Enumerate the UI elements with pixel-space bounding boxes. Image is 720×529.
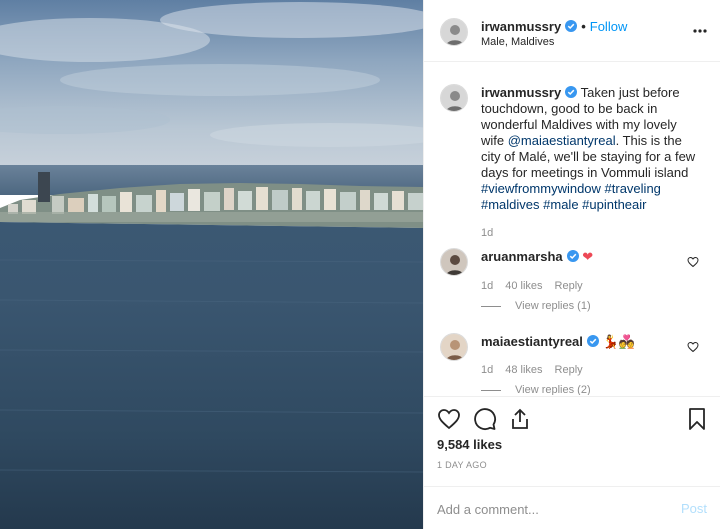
comment-username[interactable]: maiaestiantyreal [481,334,583,349]
author-username[interactable]: irwanmussry [481,19,561,34]
view-replies[interactable]: View replies (2) [481,384,591,395]
instagram-post: irwanmussry • Follow Male, Maldives irwanm… [0,0,720,529]
comments-list[interactable]: irwanmussry Taken just before touchdown,… [424,63,720,395]
comment-meta: 1d 48 likes Reply [481,364,595,376]
caption-meta: 1d [481,227,505,239]
header-user-line: irwanmussry • Follow [481,19,627,34]
comment-likes[interactable]: 40 likes [505,280,542,292]
post-header: irwanmussry • Follow Male, Maldives [424,0,720,62]
comment-time[interactable]: 1d [481,364,493,376]
comment-meta: 1d 40 likes Reply [481,280,595,292]
verified-badge-icon [586,335,599,347]
heart-icon[interactable] [687,341,699,353]
caption-time[interactable]: 1d [481,227,493,239]
follow-button[interactable]: Follow [590,19,628,34]
verified-badge-icon [565,20,578,32]
comment-avatar[interactable] [440,333,468,361]
comment-text: maiaestiantyreal 💃💑 [481,334,701,350]
comment-input[interactable] [437,499,657,519]
caption-text: irwanmussry Taken just before touchdown,… [481,85,701,213]
comment-emoji: 💃💑 [602,334,635,349]
view-replies[interactable]: View replies (1) [481,300,591,312]
replies-line [481,389,501,391]
caption-username[interactable]: irwanmussry [481,85,561,100]
post-photo[interactable] [0,0,423,529]
like-count[interactable]: 9,584 likes [437,437,502,452]
more-options-icon[interactable] [693,29,707,33]
caption-mention[interactable]: @maiaestiantyreal [508,133,616,148]
share-icon[interactable] [508,407,532,431]
author-avatar[interactable] [440,18,468,46]
post-timestamp[interactable]: 1 DAY AGO [437,460,487,470]
replies-line [481,305,501,307]
comment-text: aruanmarsha ❤ [481,249,701,265]
verified-badge-icon [565,86,578,98]
reply-button[interactable]: Reply [555,364,583,376]
heart-icon[interactable] [687,256,699,268]
post-comment-button[interactable]: Post [681,501,707,516]
reply-button[interactable]: Reply [555,280,583,292]
caption-hashtags-1[interactable]: #viewfrommywindow #traveling [481,181,661,196]
heart-icon[interactable] [437,407,461,431]
add-comment-bar: Post [424,486,720,529]
post-location[interactable]: Male, Maldives [481,36,554,48]
comment-username[interactable]: aruanmarsha [481,249,563,264]
view-replies-label[interactable]: View replies (1) [515,300,591,312]
comment-avatar[interactable] [440,248,468,276]
caption-avatar[interactable] [440,84,468,112]
view-replies-label[interactable]: View replies (2) [515,384,591,395]
bookmark-icon[interactable] [685,407,709,431]
comment-icon[interactable] [473,407,497,431]
comment-emoji: ❤ [582,249,594,264]
comment-likes[interactable]: 48 likes [505,364,542,376]
separator-dot: • [581,19,586,34]
post-side-panel: irwanmussry • Follow Male, Maldives irwanm… [423,0,720,529]
comment-time[interactable]: 1d [481,280,493,292]
aerial-city-photo [0,0,423,529]
post-actions: 9,584 likes 1 DAY AGO Post [424,396,720,529]
caption-hashtags-2[interactable]: #maldives #male #upintheair [481,197,646,212]
verified-badge-icon [566,250,579,262]
